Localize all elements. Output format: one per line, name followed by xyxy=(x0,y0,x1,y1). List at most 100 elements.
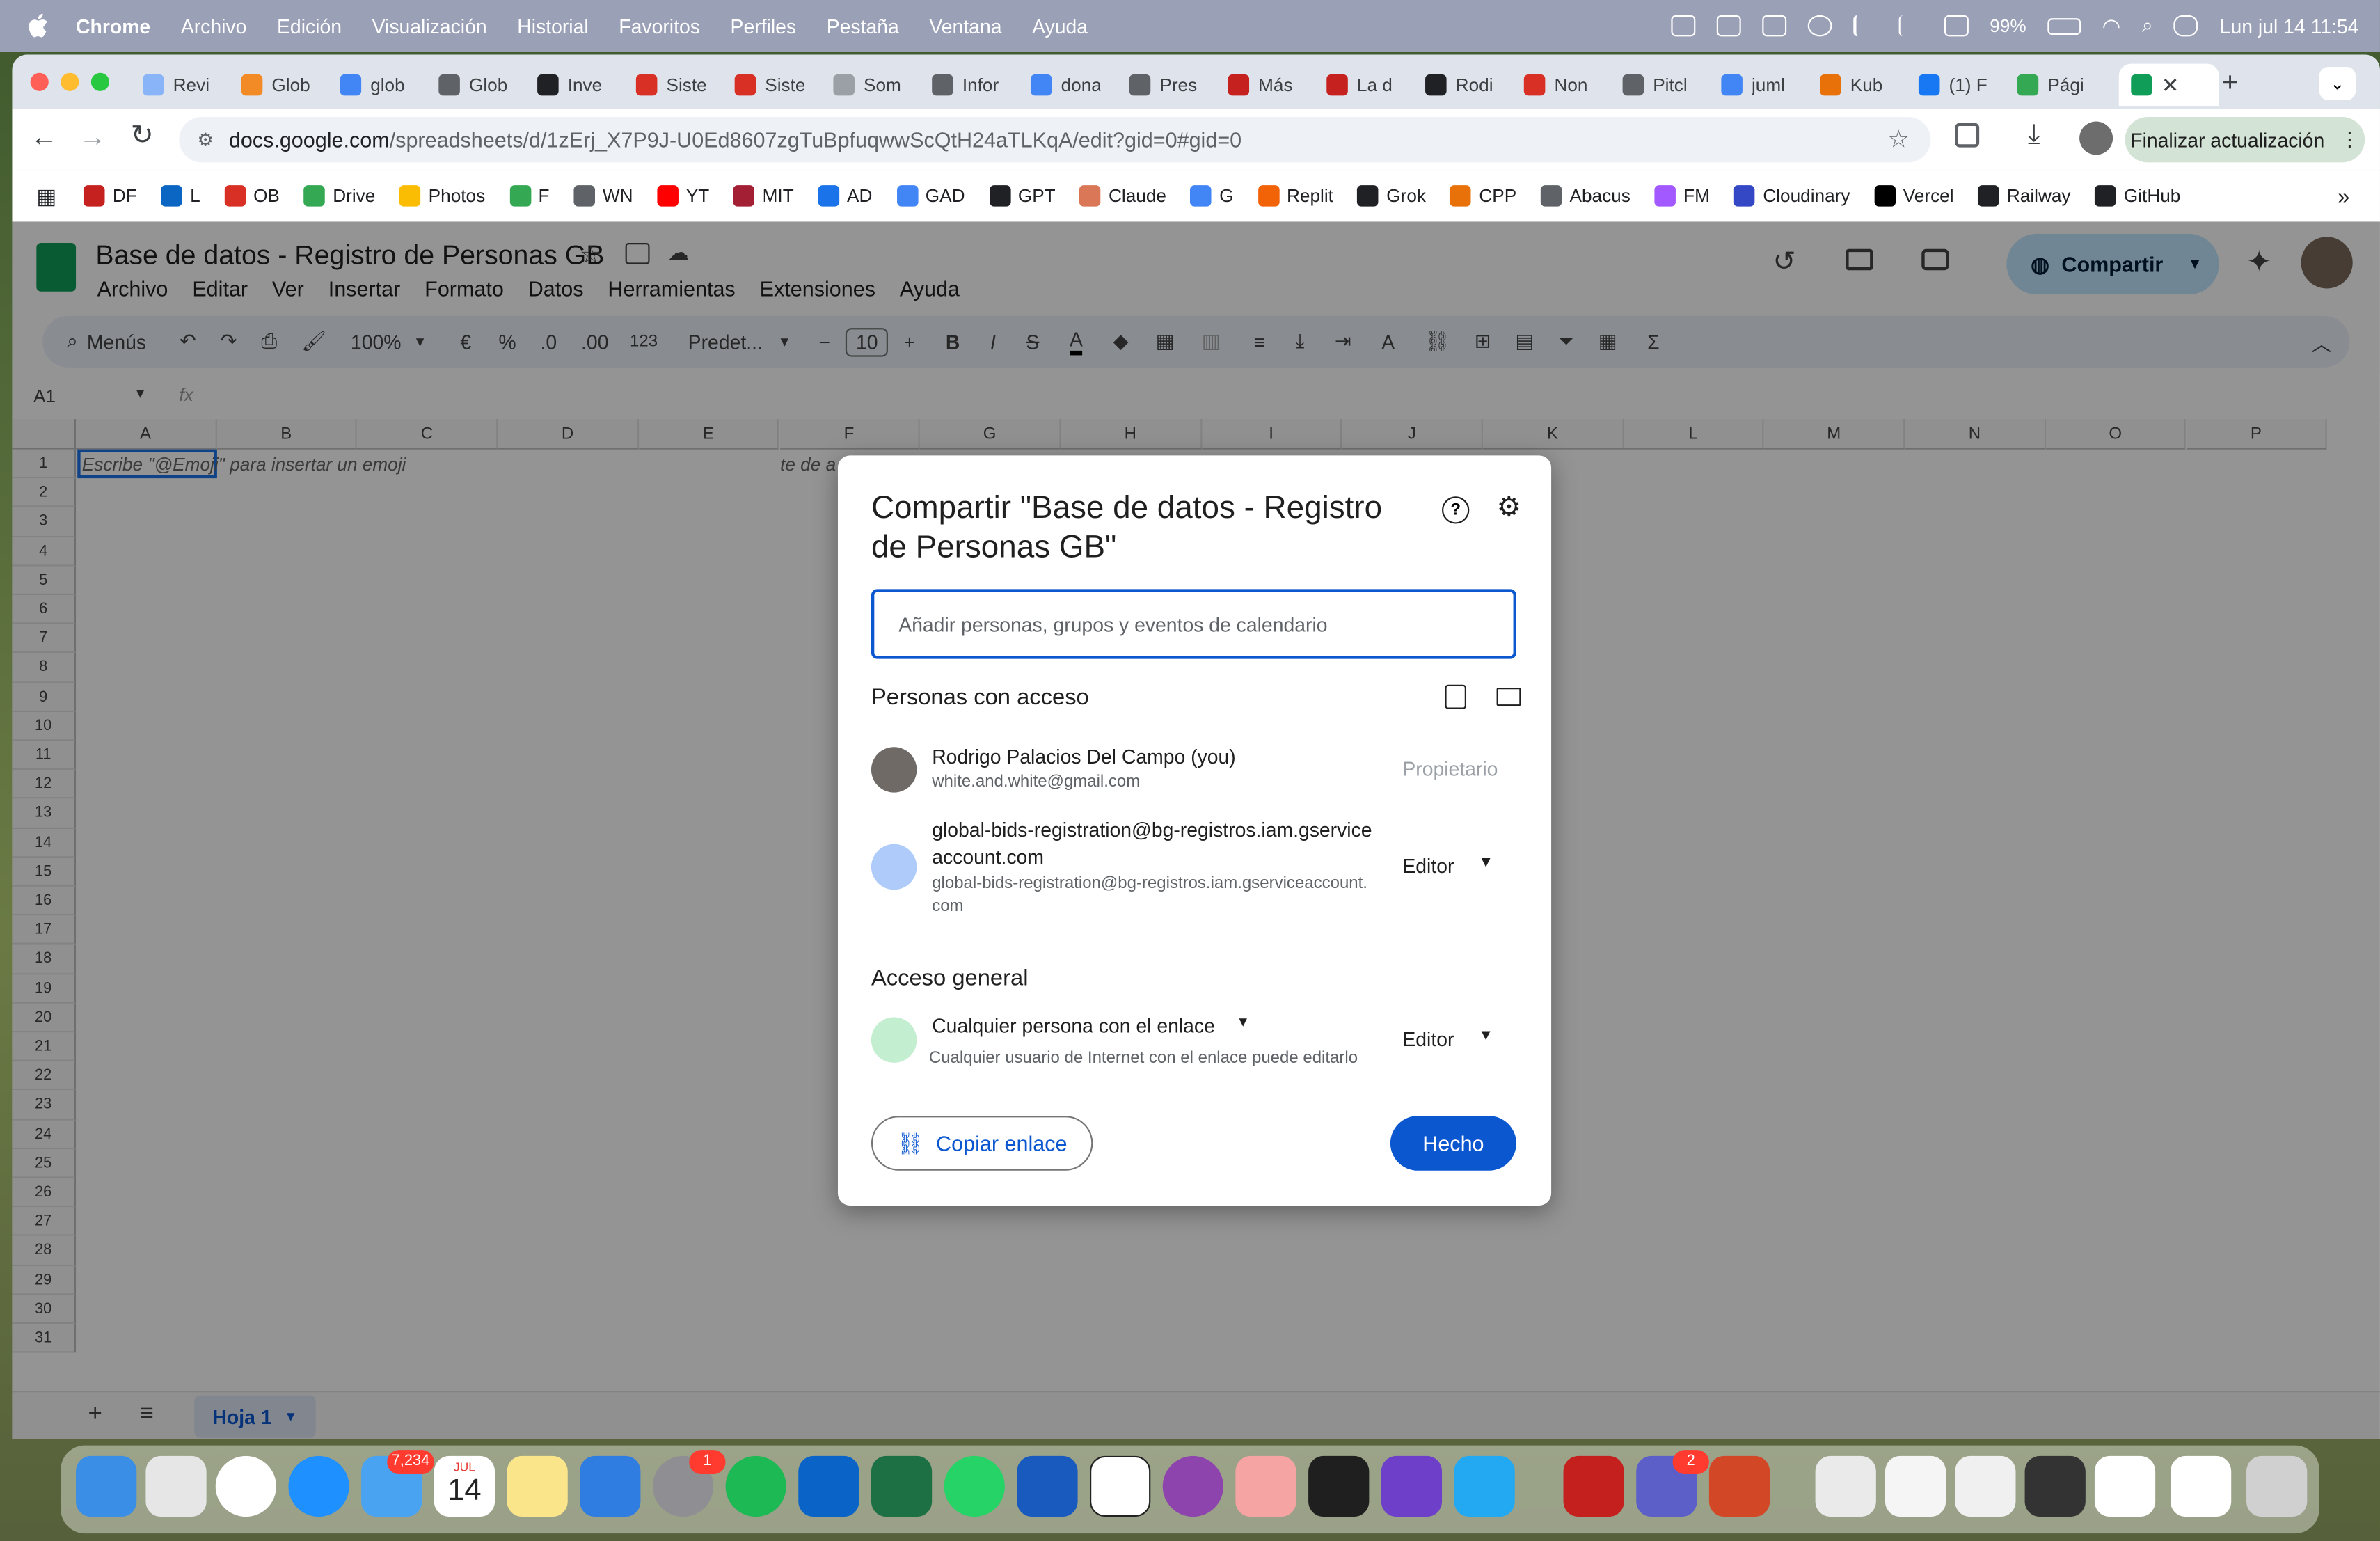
more-bookmarks-chevron-icon[interactable]: » xyxy=(2338,184,2349,208)
whatsapp-icon[interactable] xyxy=(944,1455,1005,1517)
calendar-icon[interactable]: JUL 14 xyxy=(434,1455,495,1517)
teams-icon[interactable]: 2 xyxy=(1636,1450,1709,1517)
bookmark-item[interactable]: F xyxy=(509,185,550,207)
bookmark-item[interactable]: L xyxy=(161,185,200,207)
excel-icon[interactable] xyxy=(871,1455,933,1517)
browser-tab[interactable]: Pági xyxy=(2017,64,2087,106)
menu-perfiles[interactable]: Perfiles xyxy=(731,15,797,38)
site-info-icon[interactable]: ⚙ xyxy=(198,129,214,150)
status-display-icon[interactable] xyxy=(1944,15,1969,37)
browser-tab[interactable]: Inve xyxy=(537,64,607,106)
browser-tab[interactable]: Glob xyxy=(241,64,311,106)
browser-tab[interactable]: Revi xyxy=(143,64,212,106)
browser-tab[interactable]: Glob xyxy=(438,64,508,106)
recent-document-5-icon[interactable] xyxy=(2170,1455,2232,1517)
recent-document-1-icon[interactable] xyxy=(1885,1455,1946,1517)
keynote-icon[interactable] xyxy=(580,1455,641,1517)
fantastical-icon[interactable] xyxy=(1090,1455,1151,1517)
spotlight-search-icon[interactable]: ⌕ xyxy=(2142,14,2153,38)
browser-tab[interactable]: Siste xyxy=(734,64,804,106)
window-close-button[interactable] xyxy=(30,72,49,91)
bookmark-item[interactable]: GitHub xyxy=(2095,185,2180,207)
role-dropdown-icon[interactable]: ▼ xyxy=(1478,855,1493,878)
screen-recorder-icon[interactable] xyxy=(1162,1455,1223,1517)
status-drive-icon[interactable] xyxy=(1762,15,1786,37)
browser-tab[interactable]: dona xyxy=(1030,64,1100,106)
status-airdrop-icon[interactable] xyxy=(1853,15,1878,37)
launchpad-icon[interactable] xyxy=(145,1455,207,1517)
acrobat-icon[interactable] xyxy=(1563,1455,1624,1517)
downloads-stack-icon[interactable] xyxy=(1815,1455,1876,1517)
bookmark-item[interactable]: WN xyxy=(573,185,633,207)
browser-tab[interactable]: glob xyxy=(340,64,410,106)
download-icon[interactable]: ⤓ xyxy=(2028,118,2040,150)
browser-tab[interactable]: Som xyxy=(833,64,903,106)
spotify-icon[interactable] xyxy=(725,1455,786,1517)
mail-icon[interactable]: 7,234 xyxy=(361,1450,434,1517)
menu-archivo[interactable]: Archivo xyxy=(181,15,247,38)
general-access-dropdown-icon[interactable]: ▼ xyxy=(1236,1014,1249,1037)
apps-grid-icon[interactable]: ▦ xyxy=(36,183,56,209)
status-outlook-icon[interactable] xyxy=(1716,15,1741,37)
back-arrow-icon[interactable]: ← xyxy=(31,122,58,154)
bookmark-item[interactable]: AD xyxy=(818,185,872,207)
menu-ayuda[interactable]: Ayuda xyxy=(1032,15,1088,38)
system-settings-icon[interactable]: 1 xyxy=(652,1450,726,1517)
new-tab-button[interactable]: + xyxy=(2222,67,2238,99)
help-icon[interactable]: ? xyxy=(1442,496,1470,524)
bookmark-item[interactable]: GPT xyxy=(989,185,1056,207)
profile-avatar[interactable] xyxy=(2079,121,2113,155)
bookmark-item[interactable]: YT xyxy=(657,185,709,207)
browser-tab[interactable]: (1) F xyxy=(1918,64,1988,106)
bluetooth-icon[interactable] xyxy=(1898,15,1923,37)
word-icon[interactable] xyxy=(1017,1455,1078,1517)
vscode-icon[interactable] xyxy=(1454,1455,1515,1517)
control-center-icon[interactable] xyxy=(2174,15,2199,37)
add-people-input[interactable]: Añadir personas, grupos y eventos de cal… xyxy=(871,589,1516,659)
wifi-icon[interactable]: ◠ xyxy=(2102,13,2121,39)
menu-visualizacion[interactable]: Visualización xyxy=(372,15,487,38)
menu-edicion[interactable]: Edición xyxy=(277,15,342,38)
menu-historial[interactable]: Historial xyxy=(517,15,588,38)
bookmark-item[interactable]: MIT xyxy=(733,185,794,207)
bookmark-item[interactable]: Replit xyxy=(1258,185,1333,207)
battery-icon[interactable] xyxy=(2047,17,2081,35)
notes-icon[interactable] xyxy=(507,1455,568,1517)
bookmark-item[interactable]: Grok xyxy=(1357,185,1426,207)
done-button[interactable]: Hecho xyxy=(1390,1116,1516,1171)
status-play-icon[interactable] xyxy=(1807,15,1832,37)
menu-ventana[interactable]: Ventana xyxy=(929,15,1001,38)
browser-tab[interactable]: Pitcl xyxy=(1622,64,1692,106)
safari-icon[interactable] xyxy=(288,1455,349,1517)
bookmark-item[interactable]: Abacus xyxy=(1541,185,1631,207)
finder-icon[interactable] xyxy=(76,1455,137,1517)
bookmark-item[interactable]: Cloudinary xyxy=(1734,185,1850,207)
bookmark-item[interactable]: CPP xyxy=(1450,185,1516,207)
browser-tab[interactable]: La d xyxy=(1326,64,1396,106)
chrome-icon[interactable] xyxy=(215,1455,276,1517)
menu-app-name[interactable]: Chrome xyxy=(76,15,150,38)
recent-document-2-icon[interactable] xyxy=(1955,1455,2016,1517)
browser-tab[interactable]: Rodi xyxy=(1425,64,1495,106)
general-role-select[interactable]: Editor ▼ xyxy=(1402,1028,1493,1051)
recent-document-3-icon[interactable] xyxy=(2024,1455,2086,1517)
update-chrome-button[interactable]: Finalizar actualización ⋮ xyxy=(2125,116,2365,163)
bookmark-star-icon[interactable]: ☆ xyxy=(1888,125,1910,155)
general-role-dropdown-icon[interactable]: ▼ xyxy=(1478,1028,1493,1051)
bookmark-item[interactable]: G xyxy=(1190,185,1234,207)
powerpoint-icon[interactable] xyxy=(1708,1455,1770,1517)
copy-emails-icon[interactable] xyxy=(1445,684,1466,709)
bookmark-item[interactable]: Drive xyxy=(303,185,375,207)
service-account-role-select[interactable]: Editor ▼ xyxy=(1402,855,1493,878)
browser-tab[interactable]: Pres xyxy=(1129,64,1199,106)
menubar-clock[interactable]: Lun jul 14 11:54 xyxy=(2220,15,2359,38)
window-minimize-button[interactable] xyxy=(61,72,79,91)
copy-link-button[interactable]: ⛓ Copiar enlace xyxy=(871,1116,1093,1171)
browser-tab[interactable]: Más xyxy=(1228,64,1298,106)
bookmark-item[interactable]: FM xyxy=(1654,185,1710,207)
address-bar[interactable]: ⚙ docs.google.com/spreadsheets/d/1zErj_X… xyxy=(179,116,1931,163)
outlook-icon[interactable] xyxy=(798,1455,859,1517)
browser-tab[interactable]: juml xyxy=(1721,64,1791,106)
browser-tab[interactable]: Non xyxy=(1523,64,1594,106)
bookmark-item[interactable]: DF xyxy=(84,185,137,207)
